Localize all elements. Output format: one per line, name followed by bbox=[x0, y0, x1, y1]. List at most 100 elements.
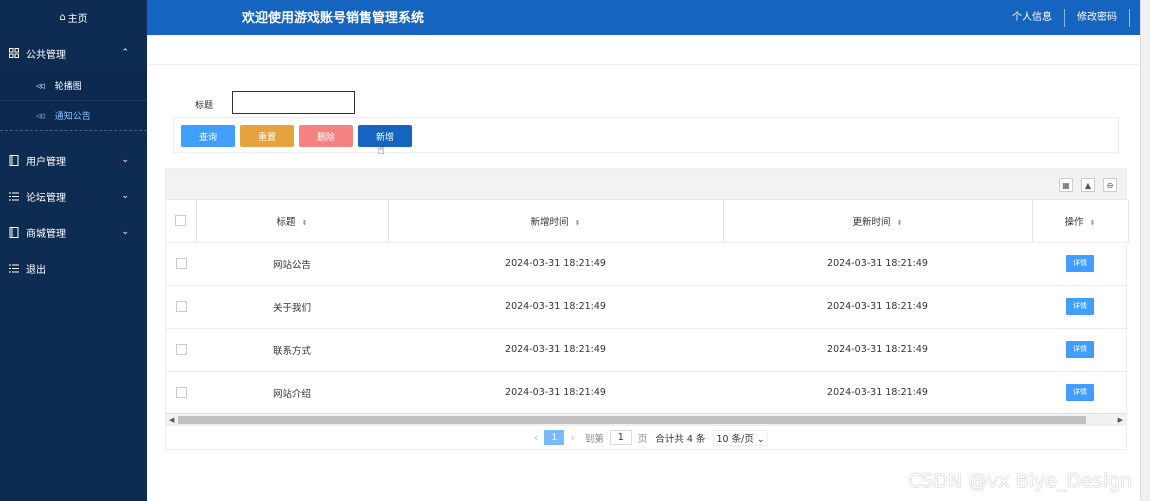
cell-updated: 2024-03-31 18:21:49 bbox=[723, 285, 1032, 329]
export-icon[interactable]: ▲ bbox=[1081, 178, 1095, 192]
cell-updated: 2024-03-31 18:21:49 bbox=[723, 371, 1032, 415]
row-checkbox[interactable] bbox=[175, 301, 187, 312]
print-icon[interactable]: ⊖ bbox=[1103, 178, 1117, 192]
submenu-public: ◁◁ 轮播图 ◁◁ 通知公告 bbox=[0, 71, 147, 131]
detail-button[interactable]: 详情 bbox=[1066, 341, 1094, 358]
book-icon bbox=[8, 226, 20, 238]
column-label: 更新时间 bbox=[852, 216, 891, 228]
goto-label: 到第 bbox=[584, 433, 604, 445]
home-link[interactable]: ⌂ 主页 bbox=[0, 0, 147, 35]
reset-button[interactable]: 重置 bbox=[240, 125, 294, 147]
select-all-cell bbox=[166, 200, 197, 243]
table-row: 网站公告 2024-03-31 18:21:49 2024-03-31 18:2… bbox=[166, 242, 1128, 286]
cell-created: 2024-03-31 18:21:49 bbox=[388, 285, 723, 329]
next-page-icon[interactable]: › bbox=[570, 431, 574, 444]
cell-title: 网站介绍 bbox=[196, 371, 388, 415]
page-title: 欢迎使用游戏账号销售管理系统 bbox=[242, 11, 425, 26]
table-row: 网站介绍 2024-03-31 18:21:49 2024-03-31 18:2… bbox=[166, 371, 1128, 415]
goto-page-input[interactable]: 1 bbox=[609, 430, 632, 445]
sidebar-item-carousel[interactable]: ◁◁ 轮播图 bbox=[0, 71, 147, 101]
query-button[interactable]: 查询 bbox=[181, 125, 235, 147]
sidebar-item-label: 通知公告 bbox=[54, 112, 91, 122]
column-label: 标题 bbox=[276, 216, 296, 228]
menu-forum[interactable]: 论坛管理 ⌄ bbox=[0, 178, 147, 214]
column-label: 新增时间 bbox=[530, 216, 569, 228]
page-size-select[interactable]: 10 条/页 ⌄ bbox=[713, 429, 768, 446]
table-horizontal-scrollbar[interactable]: ◀ ▶ bbox=[166, 413, 1126, 425]
sidebar: ⌂ 主页 公共管理 ⌃ ◁◁ 轮播图 ◁◁ 通知公告 用户管理 ⌄ 论坛管理 ⌄ bbox=[0, 0, 147, 501]
profile-link[interactable]: 个人信息 bbox=[1000, 9, 1064, 27]
table-header-row: 标题 ⬍ 新增时间 ⬍ 更新时间 ⬍ 操作 ⬍ bbox=[166, 200, 1129, 243]
cell-title: 联系方式 bbox=[196, 328, 388, 372]
list-icon bbox=[8, 264, 20, 273]
chevron-down-icon: ⌄ bbox=[121, 227, 129, 237]
column-header-updated[interactable]: 更新时间 ⬍ bbox=[723, 200, 1033, 243]
table-row: 联系方式 2024-03-31 18:21:49 2024-03-31 18:2… bbox=[166, 328, 1128, 372]
cell-created: 2024-03-31 18:21:49 bbox=[388, 242, 723, 286]
select-all-checkbox[interactable] bbox=[175, 215, 187, 227]
column-header-action[interactable]: 操作 ⬍ bbox=[1032, 200, 1129, 243]
sort-icon[interactable]: ⬍ bbox=[575, 219, 581, 227]
total-count: 合计共 4 条 bbox=[655, 433, 706, 445]
menu-users-label: 用户管理 bbox=[26, 156, 66, 168]
title-label: 标题 bbox=[195, 101, 214, 111]
cell-created: 2024-03-31 18:21:49 bbox=[388, 371, 723, 415]
divider bbox=[1129, 8, 1130, 27]
delete-button[interactable]: 删除 bbox=[299, 125, 353, 147]
menu-forum-label: 论坛管理 bbox=[26, 192, 66, 204]
chevron-down-icon: ⌄ bbox=[756, 433, 765, 445]
menu-users[interactable]: 用户管理 ⌄ bbox=[0, 142, 147, 178]
chevron-up-icon: ⌃ bbox=[121, 48, 129, 58]
double-arrow-icon: ◁◁ bbox=[36, 81, 45, 90]
page-size-value: 10 条/页 bbox=[716, 433, 754, 445]
header: 欢迎使用游戏账号销售管理系统 个人信息 修改密码 bbox=[147, 0, 1140, 35]
cell-title: 网站公告 bbox=[196, 242, 388, 286]
menu-public-label: 公共管理 bbox=[26, 49, 66, 61]
pagination: ‹ 1 › 到第 1 页 合计共 4 条 10 条/页 ⌄ bbox=[528, 429, 768, 446]
cell-title: 关于我们 bbox=[196, 285, 388, 329]
detail-button[interactable]: 详情 bbox=[1066, 298, 1094, 315]
page-label: 页 bbox=[637, 433, 648, 445]
scroll-right-icon[interactable]: ▶ bbox=[1118, 414, 1123, 426]
watermark: CSDN @vx Biye_Design bbox=[908, 470, 1133, 492]
menu-public[interactable]: 公共管理 ⌃ bbox=[0, 35, 147, 71]
hand-cursor-icon: ☝ bbox=[377, 143, 385, 158]
grid-icon bbox=[8, 48, 20, 58]
table-row: 关于我们 2024-03-31 18:21:49 2024-03-31 18:2… bbox=[166, 285, 1128, 329]
prev-page-icon[interactable]: ‹ bbox=[534, 431, 538, 444]
home-label: 主页 bbox=[67, 14, 88, 25]
breadcrumb-bar bbox=[147, 35, 1140, 65]
title-search-input[interactable] bbox=[232, 91, 355, 114]
change-password-link[interactable]: 修改密码 bbox=[1064, 8, 1129, 27]
column-header-created[interactable]: 新增时间 ⬍ bbox=[388, 200, 724, 243]
row-checkbox[interactable] bbox=[175, 258, 187, 269]
columns-icon[interactable]: ▦ bbox=[1059, 178, 1073, 192]
book-icon bbox=[8, 154, 20, 166]
header-links: 个人信息 修改密码 bbox=[1000, 0, 1140, 35]
scroll-left-icon[interactable]: ◀ bbox=[169, 414, 174, 426]
list-icon bbox=[8, 192, 20, 201]
cell-updated: 2024-03-31 18:21:49 bbox=[723, 242, 1032, 286]
chevron-down-icon: ⌄ bbox=[121, 191, 129, 201]
add-button[interactable]: 新增 bbox=[358, 125, 412, 147]
detail-button[interactable]: 详情 bbox=[1066, 255, 1094, 272]
menu-shop-label: 商城管理 bbox=[26, 228, 66, 240]
sort-icon[interactable]: ⬍ bbox=[897, 219, 903, 227]
sort-icon[interactable]: ⬍ bbox=[1090, 219, 1096, 227]
menu-logout[interactable]: 退出 bbox=[0, 250, 147, 286]
cell-updated: 2024-03-31 18:21:49 bbox=[723, 328, 1032, 372]
row-checkbox[interactable] bbox=[175, 344, 187, 355]
page-scrollbar[interactable] bbox=[1140, 0, 1150, 501]
table-toolbar: ▦ ▲ ⊖ bbox=[166, 169, 1126, 200]
sidebar-item-notice[interactable]: ◁◁ 通知公告 bbox=[0, 101, 147, 131]
double-arrow-icon: ◁◁ bbox=[36, 111, 45, 120]
scroll-thumb[interactable] bbox=[178, 416, 1086, 424]
chevron-down-icon: ⌄ bbox=[121, 155, 129, 165]
detail-button[interactable]: 详情 bbox=[1066, 384, 1094, 401]
sort-icon[interactable]: ⬍ bbox=[302, 219, 308, 227]
sidebar-item-label: 轮播图 bbox=[54, 82, 82, 92]
row-checkbox[interactable] bbox=[175, 387, 187, 398]
menu-shop[interactable]: 商城管理 ⌄ bbox=[0, 214, 147, 250]
page-number-current[interactable]: 1 bbox=[544, 430, 565, 445]
column-header-title[interactable]: 标题 ⬍ bbox=[196, 200, 389, 243]
